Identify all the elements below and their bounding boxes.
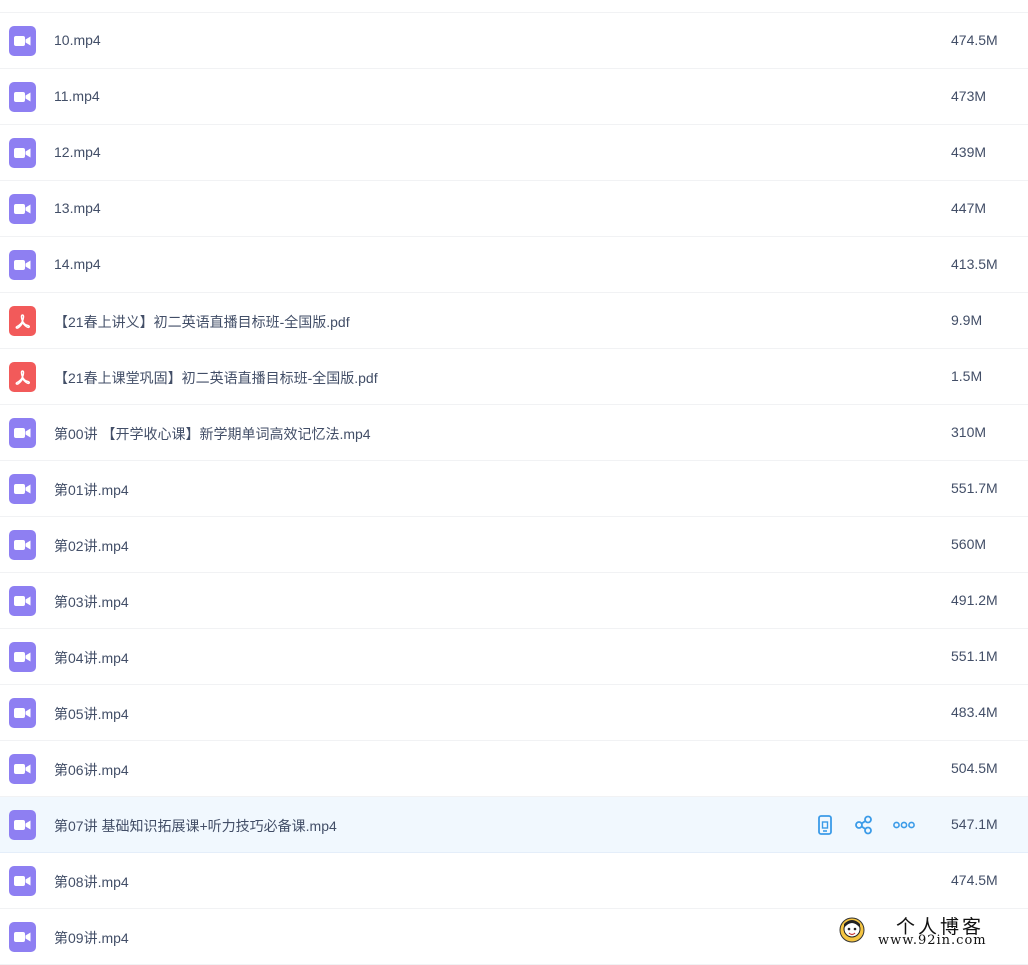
file-name[interactable]: 第02讲.mp4: [54, 536, 129, 556]
file-size: 413.5M: [951, 256, 998, 272]
file-row[interactable]: 【21春上讲义】初二英语直播目标班-全国版.pdf 9.9M: [0, 293, 1028, 349]
file-size: 310M: [951, 424, 987, 440]
video-file-icon: [9, 82, 36, 112]
file-name[interactable]: 第09讲.mp4: [54, 928, 129, 948]
file-name[interactable]: 第04讲.mp4: [54, 648, 129, 668]
file-size: 483.4M: [951, 704, 998, 720]
file-name[interactable]: 14.mp4: [54, 256, 101, 272]
watermark-avatar-icon: [839, 917, 865, 943]
file-row[interactable]: 第00讲 【开学收心课】新学期单词高效记忆法.mp4 310M: [0, 405, 1028, 461]
video-file-icon: [9, 698, 36, 728]
file-name[interactable]: 10.mp4: [54, 32, 101, 48]
pdf-file-icon: [9, 306, 36, 336]
file-name[interactable]: 【21春上课堂巩固】初二英语直播目标班-全国版.pdf: [54, 368, 378, 388]
list-top-edge: [0, 0, 1028, 13]
file-row[interactable]: 10.mp4 474.5M: [0, 13, 1028, 69]
file-list: 10.mp4 474.5M 11.mp4 473M 12.mp4 439M 13.mp4 44…: [0, 0, 1028, 965]
file-name[interactable]: 第00讲 【开学收心课】新学期单词高效记忆法.mp4: [54, 424, 371, 444]
video-file-icon: [9, 194, 36, 224]
file-name[interactable]: 【21春上讲义】初二英语直播目标班-全国版.pdf: [54, 312, 350, 332]
file-size: 447M: [951, 200, 987, 216]
file-row[interactable]: 第07讲 基础知识拓展课+听力技巧必备课.mp4 547.1M: [0, 797, 1028, 853]
file-name[interactable]: 第03讲.mp4: [54, 592, 129, 612]
video-file-icon: [9, 474, 36, 504]
file-name[interactable]: 12.mp4: [54, 144, 101, 160]
file-row[interactable]: 第04讲.mp4 551.1M: [0, 629, 1028, 685]
file-row[interactable]: 【21春上课堂巩固】初二英语直播目标班-全国版.pdf 1.5M: [0, 349, 1028, 405]
file-name[interactable]: 11.mp4: [54, 88, 100, 104]
file-row[interactable]: 14.mp4 413.5M: [0, 237, 1028, 293]
video-file-icon: [9, 754, 36, 784]
file-name[interactable]: 第08讲.mp4: [54, 872, 129, 892]
file-name[interactable]: 13.mp4: [54, 200, 101, 216]
watermark-url: www.92in.com: [878, 933, 987, 948]
file-name[interactable]: 第07讲 基础知识拓展课+听力技巧必备课.mp4: [54, 816, 337, 836]
watermark: 个人博客 www.92in.com: [838, 912, 1026, 950]
file-size: 551.7M: [951, 480, 998, 496]
file-size: 473M: [951, 88, 987, 104]
video-file-icon: [9, 922, 36, 952]
file-size: 474.5M: [951, 872, 998, 888]
video-file-icon: [9, 642, 36, 672]
file-row[interactable]: 第05讲.mp4 483.4M: [0, 685, 1028, 741]
file-name[interactable]: 第05讲.mp4: [54, 704, 129, 724]
pdf-file-icon: [9, 362, 36, 392]
file-row[interactable]: 12.mp4 439M: [0, 125, 1028, 181]
file-size: 491.2M: [951, 592, 998, 608]
file-row[interactable]: 第01讲.mp4 551.7M: [0, 461, 1028, 517]
file-size: 474.5M: [951, 32, 998, 48]
file-name[interactable]: 第06讲.mp4: [54, 760, 129, 780]
video-file-icon: [9, 418, 36, 448]
file-size: 551.1M: [951, 648, 998, 664]
file-row[interactable]: 第08讲.mp4 474.5M: [0, 853, 1028, 909]
video-file-icon: [9, 530, 36, 560]
video-file-icon: [9, 250, 36, 280]
video-file-icon: [9, 586, 36, 616]
more-icon[interactable]: [892, 812, 916, 838]
video-file-icon: [9, 866, 36, 896]
video-file-icon: [9, 26, 36, 56]
file-size: 1.5M: [951, 368, 983, 384]
file-rows: 10.mp4 474.5M 11.mp4 473M 12.mp4 439M 13.mp4 44…: [0, 13, 1028, 965]
video-file-icon: [9, 810, 36, 840]
file-row[interactable]: 第03讲.mp4 491.2M: [0, 573, 1028, 629]
file-row[interactable]: 11.mp4 473M: [0, 69, 1028, 125]
share-icon[interactable]: [852, 812, 876, 838]
video-file-icon: [9, 138, 36, 168]
file-size: 9.9M: [951, 312, 983, 328]
file-row[interactable]: 第02讲.mp4 560M: [0, 517, 1028, 573]
file-row[interactable]: 第06讲.mp4 504.5M: [0, 741, 1028, 797]
file-size: 439M: [951, 144, 987, 160]
file-name[interactable]: 第01讲.mp4: [54, 480, 129, 500]
phone-icon[interactable]: [813, 812, 837, 838]
file-size: 504.5M: [951, 760, 998, 776]
file-size: 560M: [951, 536, 987, 552]
file-size: 547.1M: [951, 816, 998, 832]
file-row[interactable]: 13.mp4 447M: [0, 181, 1028, 237]
